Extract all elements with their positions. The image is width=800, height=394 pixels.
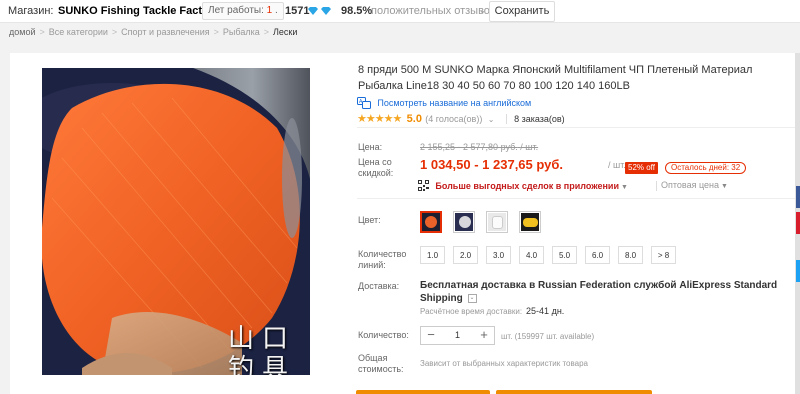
length-option-4[interactable]: 4.0 <box>519 246 544 264</box>
translate-icon: A <box>357 95 374 109</box>
diamond-icon <box>307 6 333 16</box>
delivery-time: Расчётное время доставки: 25-41 дн. <box>420 306 564 316</box>
minus-icon[interactable]: − <box>421 327 441 344</box>
length-option-1[interactable]: 1.0 <box>420 246 445 264</box>
color-swatch-orange[interactable] <box>420 211 442 233</box>
chevron-down-icon[interactable]: ⌄ <box>479 0 486 22</box>
store-label: Магазин: <box>8 5 54 17</box>
breadcrumb-separator-icon: > <box>263 27 269 37</box>
breadcrumb-separator-icon: > <box>111 27 118 37</box>
positive-feedback-label[interactable]: положительных отзывов <box>371 0 496 22</box>
svg-text:A: A <box>359 99 363 105</box>
twitter-share-icon[interactable] <box>796 260 800 282</box>
length-option-3[interactable]: 3.0 <box>486 246 511 264</box>
product-card: 山口 钓具 8 пряди 500 M SUNKO Марка Японский… <box>10 53 800 394</box>
total-value: Зависит от выбранных характеристик товар… <box>420 359 588 368</box>
chevron-down-icon[interactable]: ⌄ <box>467 293 477 303</box>
translate-row: A Посмотреть название на английском <box>357 95 531 109</box>
sale-price: 1 034,50 - 1 237,65 руб. <box>420 157 564 172</box>
quantity-input[interactable]: 1 <box>441 327 474 344</box>
breadcrumb-fishing-lines[interactable]: Лески <box>273 27 297 37</box>
length-option-6[interactable]: 6.0 <box>585 246 610 264</box>
length-option-2[interactable]: 2.0 <box>453 246 478 264</box>
store-bar: Магазин: SUNKO Fishing Tackle Factory Ле… <box>0 0 800 23</box>
price-unit: / шт. <box>608 160 626 170</box>
save-store-button[interactable]: Сохранить <box>489 1 555 22</box>
star-rating-icon: ★★★★★ <box>357 113 402 125</box>
sale-price-label: Цена со скидкой: <box>358 157 394 178</box>
breadcrumb-separator-icon: > <box>213 27 219 37</box>
wholesale-price-label[interactable]: Оптовая цена <box>661 180 719 190</box>
delivery-time-value: 25-41 дн. <box>526 306 565 316</box>
divider <box>505 113 507 124</box>
discount-badge: 52% off <box>625 162 658 174</box>
rating-value: 5.0 <box>406 113 422 125</box>
divider <box>357 198 797 199</box>
qr-code-icon <box>418 178 432 192</box>
orders-count: 8 заказа(ов) <box>514 114 565 124</box>
positive-percent: 98.5% <box>341 5 373 17</box>
color-swatch-white[interactable] <box>486 211 508 233</box>
store-rating: 1571 <box>285 5 310 17</box>
add-to-cart-button[interactable] <box>496 390 652 394</box>
store-years-label: Лет работы: <box>208 5 264 16</box>
rating-votes-link[interactable]: (4 голоса(ов)) <box>425 114 482 124</box>
old-price-unit: / шт. <box>520 142 539 152</box>
product-title: 8 пряди 500 M SUNKO Марка Японский Multi… <box>358 64 753 92</box>
divider <box>656 180 657 191</box>
caret-down-icon[interactable]: ▼ <box>621 184 628 191</box>
old-price: 2 155,25 - 2 577,80 руб. / шт. <box>420 142 538 152</box>
color-label: Цвет: <box>358 215 381 225</box>
shipping-method[interactable]: Бесплатная доставка в Russian Federation… <box>420 279 800 305</box>
pinterest-share-icon[interactable] <box>796 212 800 234</box>
app-deals-row[interactable]: Больше выгодных сделок в приложении ▼ <box>418 178 628 192</box>
delivery-time-label: Расчётное время доставки: <box>420 307 523 316</box>
plus-icon[interactable]: + <box>474 327 494 344</box>
store-name-link[interactable]: SUNKO Fishing Tackle Factory <box>58 0 219 22</box>
length-option-more[interactable]: > 8 <box>651 246 676 264</box>
caret-down-icon[interactable]: ▼ <box>721 183 728 190</box>
chevron-down-icon[interactable]: ⌄ <box>488 115 495 124</box>
share-more-icon[interactable] <box>796 300 800 322</box>
breadcrumb-fishing[interactable]: Рыбалка <box>223 27 260 37</box>
color-swatch-yellow[interactable] <box>519 211 541 233</box>
breadcrumb-sports[interactable]: Спорт и развлечения <box>121 27 209 37</box>
breadcrumb-home[interactable]: домой <box>9 27 35 37</box>
store-years-badge: Лет работы: 1 . <box>202 2 284 20</box>
breadcrumb: домой > Все категории > Спорт и развлечения >… <box>9 27 297 37</box>
quantity-available: шт. (159997 шт. available) <box>501 332 595 341</box>
color-swatch-white-spool[interactable] <box>453 211 475 233</box>
product-image[interactable]: 山口 钓具 <box>42 68 310 375</box>
shipping-label: Доставка: <box>358 281 400 291</box>
facebook-share-icon[interactable] <box>796 186 800 208</box>
days-left-badge: Осталось дней: 32 <box>665 162 747 174</box>
rating-row: ★★★★★ 5.0 (4 голоса(ов)) ⌄ 8 заказа(ов) <box>357 110 797 128</box>
quantity-label: Количество: <box>358 330 409 340</box>
length-label: Количество линий: <box>358 249 407 270</box>
breadcrumb-separator-icon: > <box>39 27 45 37</box>
total-label: Общая стоимость: <box>358 353 404 374</box>
quantity-stepper[interactable]: − 1 + <box>420 326 495 345</box>
breadcrumb-all-categories[interactable]: Все категории <box>49 27 108 37</box>
view-english-title-link[interactable]: Посмотреть название на английском <box>377 98 531 108</box>
buy-now-button[interactable] <box>356 390 490 394</box>
store-years-value: 1 <box>266 5 273 16</box>
length-option-8[interactable]: 8.0 <box>618 246 643 264</box>
old-price-value: 2 155,25 - 2 577,80 руб. <box>420 142 518 152</box>
app-deals-label[interactable]: Больше выгодных сделок в приложении <box>435 181 619 191</box>
image-watermark-bottom: 钓具 <box>227 354 296 375</box>
length-option-5[interactable]: 5.0 <box>552 246 577 264</box>
price-label: Цена: <box>358 142 383 152</box>
wholesale-price-dropdown[interactable]: Оптовая цена ▼ <box>652 178 728 194</box>
